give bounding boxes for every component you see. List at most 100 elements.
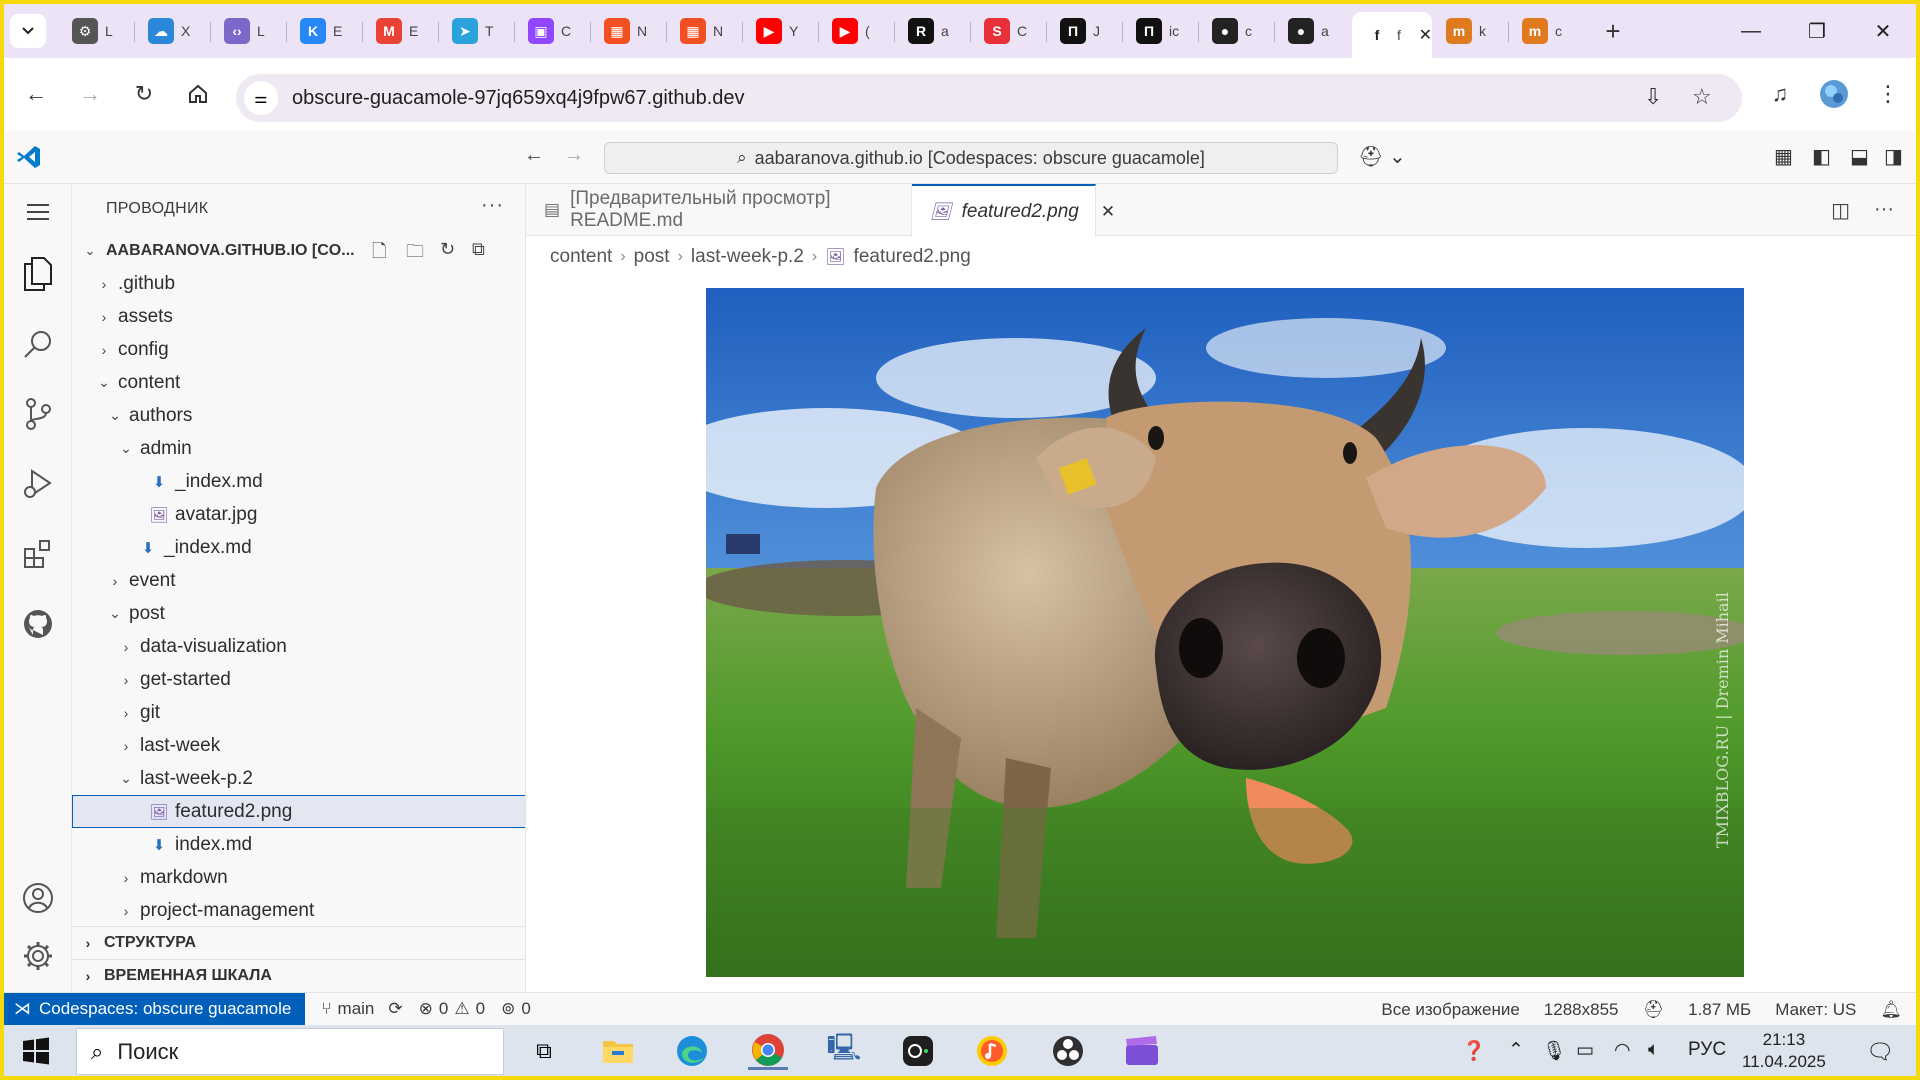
browser-tab[interactable]: ‹› L (212, 12, 288, 50)
new-tab-button[interactable]: + (1598, 16, 1628, 47)
github-button[interactable] (14, 600, 62, 648)
tree-item[interactable]: ⌄ content (72, 366, 525, 399)
tree-item[interactable]: 🖼 avatar.jpg (72, 498, 525, 531)
tab-readme-preview[interactable]: ▤ [Предварительный просмотр] README.md (526, 184, 912, 236)
command-center[interactable]: ⌕ aabaranova.github.io [Codespaces: obsc… (604, 142, 1338, 174)
home-button[interactable] (180, 76, 216, 112)
menu-button[interactable] (14, 188, 62, 236)
tree-item[interactable]: ⌄ post (72, 597, 525, 630)
tree-item[interactable]: › git (72, 696, 525, 729)
close-tab-icon[interactable]: ✕ (1419, 25, 1432, 45)
microphone-icon[interactable]: 🎙︎ (1542, 1039, 1566, 1063)
timeline-section[interactable]: › ВРЕМЕННАЯ ШКАЛА (72, 959, 525, 992)
task-view-button[interactable]: ⧉ (524, 1032, 564, 1070)
tree-item[interactable]: › event (72, 564, 525, 597)
tree-item[interactable]: ⌄ authors (72, 399, 525, 432)
tree-item[interactable]: 🖼 featured2.png (72, 795, 525, 828)
accounts-button[interactable] (14, 874, 62, 922)
browser-tab[interactable]: ● a (1276, 12, 1352, 50)
sync-icon[interactable]: ⟳ (388, 999, 402, 1019)
volume-icon[interactable]: 🔈︎ (1648, 1039, 1659, 1061)
music-app-button[interactable] (972, 1032, 1012, 1070)
browser-tab[interactable]: mk (1434, 12, 1510, 50)
keyboard-layout[interactable]: Макет: US (1775, 1000, 1856, 1020)
breadcrumb-item[interactable]: featured2.png (854, 246, 971, 268)
browser-tab[interactable]: ● c (1200, 12, 1276, 50)
breadcrumb-item[interactable]: post (634, 246, 670, 268)
tree-item[interactable]: › get-started (72, 663, 525, 696)
breadcrumb-item[interactable]: last-week-p.2 (691, 246, 804, 268)
browser-tab[interactable]: ME (364, 12, 440, 50)
remote-indicator[interactable]: ⋊ Codespaces: obscure guacamole (4, 992, 306, 1026)
notification-center-icon[interactable]: 🗨︎ (1866, 1039, 1894, 1065)
battery-icon[interactable]: ▭ (1576, 1039, 1594, 1062)
url-text[interactable]: obscure-guacamole-97jq659xq4j9fpw67.gith… (292, 87, 745, 110)
obs-button[interactable] (1048, 1032, 1088, 1070)
tree-item[interactable]: › last-week (72, 729, 525, 762)
taskbar-search[interactable]: ⌕ Поиск (76, 1028, 504, 1075)
tree-item[interactable]: › project-management (72, 894, 525, 927)
browser-tab[interactable]: ПJ (1048, 12, 1124, 50)
browser-tab[interactable]: ▦ N (592, 12, 668, 50)
edge-button[interactable] (672, 1032, 712, 1070)
refresh-icon[interactable]: ↻ (440, 239, 455, 260)
browser-tab[interactable]: ➤ T (440, 12, 516, 50)
browser-tab[interactable]: mc (1510, 12, 1586, 50)
minimize-button[interactable]: — (1728, 14, 1774, 48)
explorer-more-icon[interactable]: ··· (481, 194, 504, 217)
tree-item[interactable]: › assets (72, 300, 525, 333)
search-view-button[interactable] (14, 320, 62, 368)
source-control-button[interactable] (14, 390, 62, 438)
browser-tab[interactable]: ▶( (820, 12, 896, 50)
zoom-mode[interactable]: Все изображение (1381, 1000, 1519, 1020)
browser-tab[interactable]: f f ✕ (1352, 12, 1432, 58)
back-button[interactable]: ← (18, 76, 54, 112)
windows-start-icon[interactable] (22, 1037, 50, 1065)
system-clock[interactable]: 21:13 11.04.2025 (1742, 1029, 1826, 1073)
forward-button[interactable]: → (72, 76, 108, 112)
tree-item[interactable]: › markdown (72, 861, 525, 894)
browser-tab[interactable]: ☁ X (136, 12, 212, 50)
tab-featured2[interactable]: 🖼 featured2.png ✕ (912, 184, 1115, 237)
toggle-panel-icon[interactable]: ⬓ (1850, 144, 1869, 169)
reload-button[interactable]: ↻ (126, 76, 162, 112)
input-language[interactable]: РУС (1688, 1039, 1726, 1061)
browser-tab[interactable]: ▦ N (668, 12, 744, 50)
browser-tab[interactable]: ▣ C (516, 12, 592, 50)
split-editor-icon[interactable]: ◫ (1831, 198, 1850, 223)
image-preview[interactable]: TMIXBLOG.RU | Dremin Mihail (706, 288, 1744, 977)
customize-layout-icon[interactable]: ▦ (1774, 144, 1793, 169)
tree-item[interactable]: ⌄ last-week-p.2 (72, 762, 525, 795)
bookmark-star-icon[interactable]: ☆ (1692, 84, 1712, 110)
address-bar[interactable]: ⚌ obscure-guacamole-97jq659xq4j9fpw67.gi… (236, 74, 1742, 122)
obs-like-app-button[interactable] (898, 1032, 938, 1070)
browser-tab[interactable]: ▶ Y (744, 12, 820, 50)
workspace-root[interactable]: ⌄ AABARANOVA.GITHUB.IO [CO... 🗋 🗀 ↻ ⧉ (72, 234, 525, 269)
problems-indicator[interactable]: ⊗ 0 ⚠ 0 (419, 999, 485, 1019)
remote-desktop-button[interactable]: 🖳 (824, 1032, 864, 1070)
tree-item[interactable]: ⬇ _index.md (72, 531, 525, 564)
extensions-button[interactable] (14, 530, 62, 578)
notifications-bell-icon[interactable]: 🔔︎ (1880, 1000, 1902, 1020)
site-info-button[interactable]: ⚌ (244, 81, 278, 115)
media-control-button[interactable]: ♫ (1762, 76, 1798, 112)
breadcrumb-item[interactable]: content (550, 246, 612, 268)
browser-tab[interactable]: Пic (1124, 12, 1200, 50)
tree-item[interactable]: ⌄ admin (72, 432, 525, 465)
nav-forward-icon[interactable]: → (564, 144, 584, 167)
install-app-icon[interactable]: ⇩ (1644, 84, 1662, 110)
editor-more-icon[interactable]: ··· (1874, 198, 1894, 223)
video-editor-button[interactable] (1122, 1032, 1162, 1070)
tree-item[interactable]: › .github (72, 267, 525, 300)
new-file-icon[interactable]: 🗋 (372, 239, 386, 269)
chevron-up-icon[interactable]: ⌃ (1508, 1039, 1524, 1062)
run-debug-button[interactable] (14, 460, 62, 508)
explorer-view-button[interactable] (14, 250, 62, 298)
copilot-icon[interactable]: ⛑ ⌄ (1358, 144, 1406, 169)
toggle-primary-sidebar-icon[interactable]: ◧ (1812, 144, 1831, 169)
tree-item[interactable]: ⬇ index.md (72, 828, 525, 861)
browser-tab[interactable]: Ra (896, 12, 972, 50)
ports-indicator[interactable]: ⊚ 0 (501, 999, 531, 1019)
branch-indicator[interactable]: ⑂ main ⟳ (321, 999, 402, 1019)
close-window-button[interactable]: ✕ (1860, 14, 1906, 48)
